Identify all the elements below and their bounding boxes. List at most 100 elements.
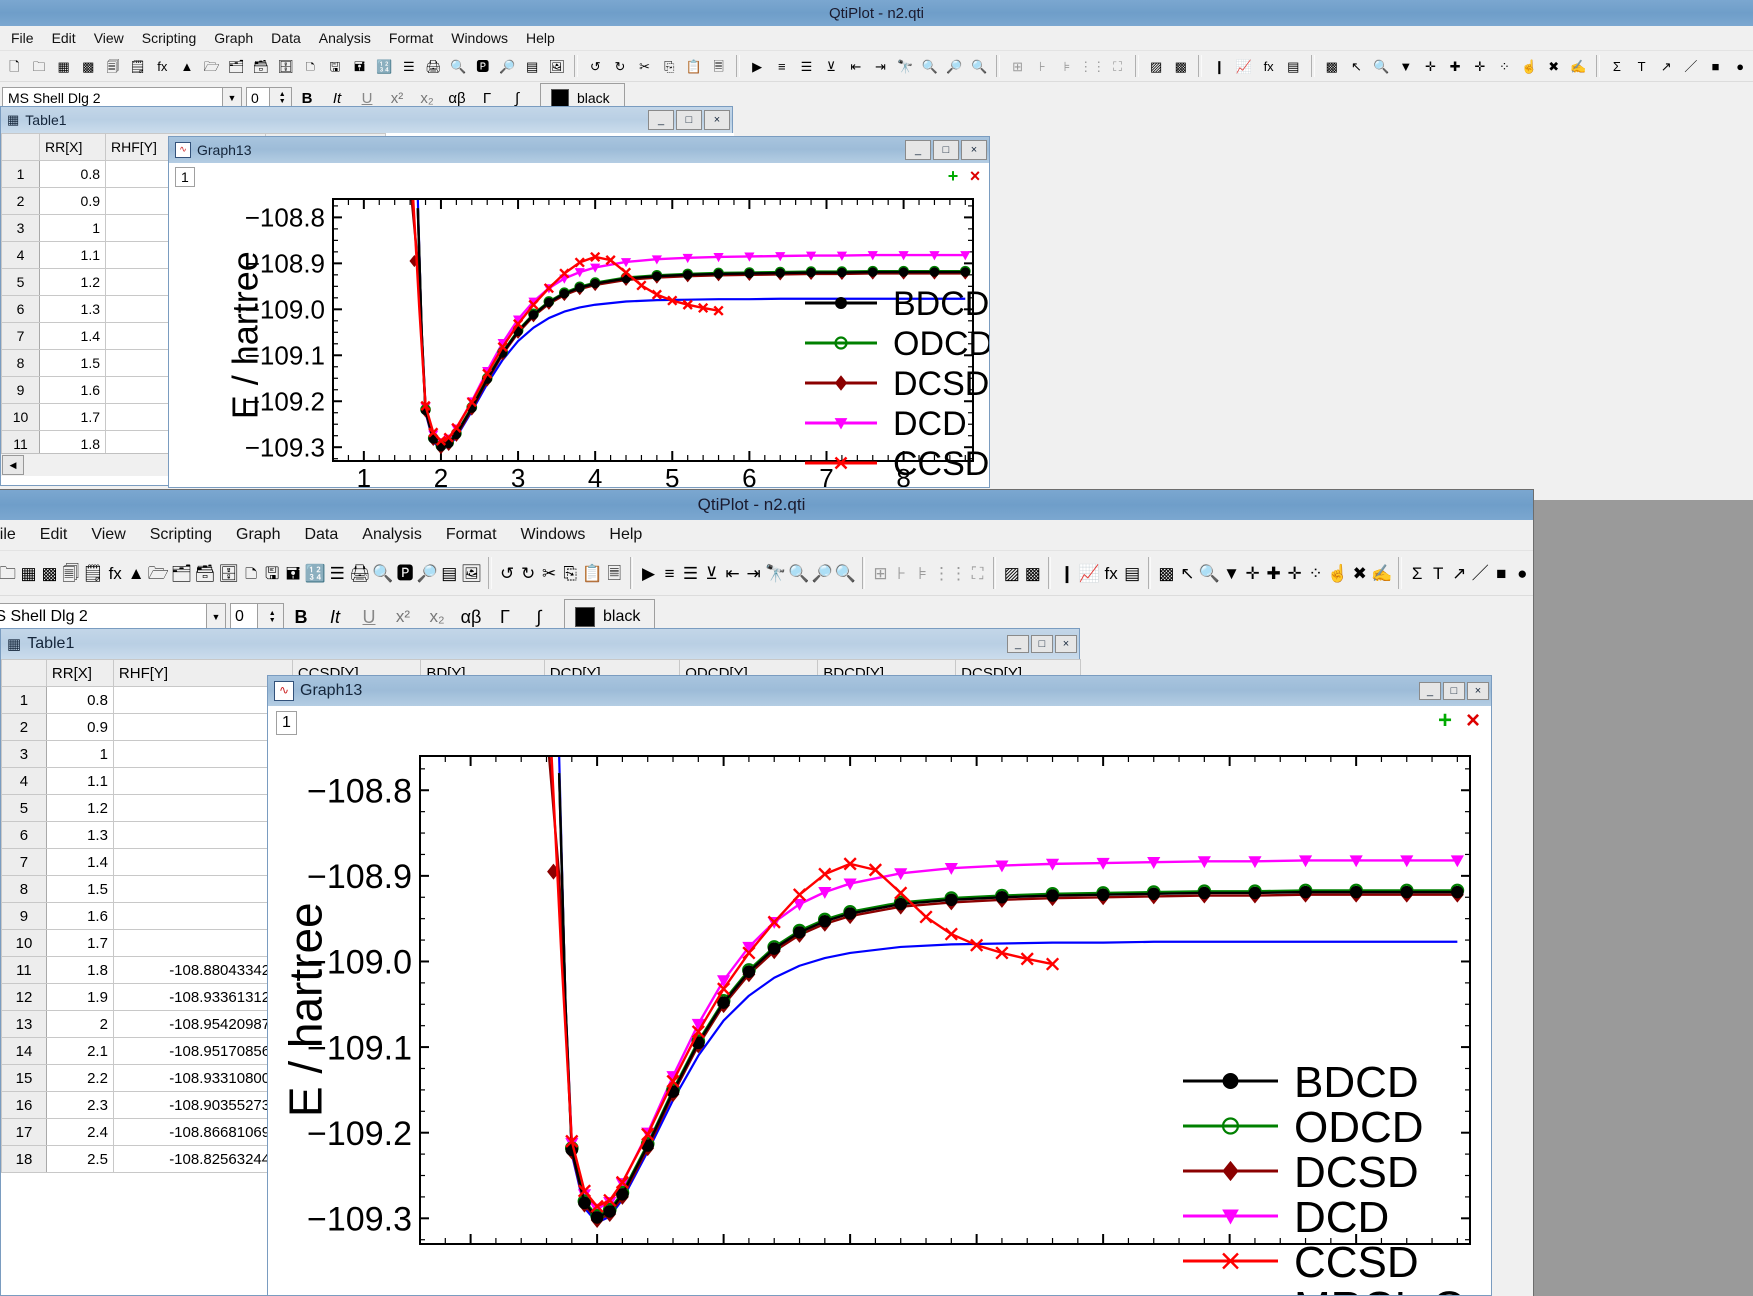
- row-number-cell[interactable]: 6: [1, 821, 47, 849]
- cell-rhf[interactable]: [112, 821, 293, 849]
- table-maximize-button-front[interactable]: □: [1031, 635, 1053, 653]
- row-number-cell[interactable]: 8: [1, 349, 40, 377]
- toolbar-button-11[interactable]: 🗄: [274, 54, 297, 78]
- column-header-RR[X][interactable]: RR[X]: [39, 133, 106, 161]
- cell-rr[interactable]: 1: [45, 740, 114, 768]
- toolbar-button-0[interactable]: 🗋: [3, 54, 26, 78]
- remove-layer-button[interactable]: ×: [965, 166, 985, 186]
- toolbar-button-37[interactable]: 🔭: [894, 54, 917, 78]
- row-number-cell[interactable]: 11: [1, 956, 47, 984]
- graph-minimize-button[interactable]: _: [905, 140, 931, 160]
- add-layer-button[interactable]: +: [943, 166, 963, 186]
- menu-file-front[interactable]: File: [0, 523, 28, 547]
- graph-maximize-button[interactable]: □: [933, 140, 959, 160]
- cell-rr[interactable]: 0.8: [45, 686, 114, 714]
- cell-rr[interactable]: 0.8: [39, 160, 106, 188]
- row-number-cell[interactable]: 9: [1, 376, 40, 404]
- cell-rhf[interactable]: [112, 902, 293, 930]
- toolbar-button-18[interactable]: 🔍: [372, 557, 393, 589]
- underline-button-front[interactable]: U: [352, 605, 386, 629]
- toolbar-button-4[interactable]: 🗐: [61, 557, 80, 589]
- graph-window-back[interactable]: ∿ Graph13 _ □ × 1 + × −108.8 −108.9 −109.0…: [168, 136, 990, 488]
- toolbar-button-43[interactable]: ⊦: [892, 557, 911, 589]
- toolbar-button-72[interactable]: ■: [1492, 557, 1511, 589]
- subscript-button-front[interactable]: x₂: [420, 605, 454, 629]
- toolbar-button-39[interactable]: 🔎: [811, 557, 832, 589]
- menu-help[interactable]: Help: [517, 28, 564, 48]
- cell-rr[interactable]: 2.4: [45, 1118, 114, 1146]
- toolbar-button-66[interactable]: ✍: [1567, 54, 1590, 78]
- toolbar-button-14[interactable]: 🖬: [348, 54, 371, 78]
- row-number-cell[interactable]: 7: [1, 848, 47, 876]
- toolbar-button-7[interactable]: ▲: [176, 54, 199, 78]
- cell-rhf[interactable]: [112, 686, 293, 714]
- toolbar-button-56[interactable]: ▩: [1157, 557, 1176, 589]
- cell-rr[interactable]: 1.8: [45, 956, 114, 984]
- row-number-cell[interactable]: 10: [1, 929, 47, 957]
- menu-view[interactable]: View: [85, 28, 133, 48]
- cell-rhf[interactable]: [112, 740, 293, 768]
- cell-rr[interactable]: 1.7: [39, 403, 106, 431]
- cell-rr[interactable]: 2.1: [45, 1037, 114, 1065]
- table-corner-header[interactable]: [1, 659, 47, 687]
- menu-edit-front[interactable]: Edit: [28, 523, 80, 547]
- table-close-button-front[interactable]: ×: [1055, 635, 1077, 653]
- toolbar-button-60[interactable]: ✛: [1243, 557, 1262, 589]
- toolbar-button-13[interactable]: 🖫: [263, 557, 282, 589]
- toolbar-button-12[interactable]: 🗅: [242, 557, 261, 589]
- toolbar-button-53[interactable]: fx: [1257, 54, 1280, 78]
- toolbar-button-51[interactable]: ❙: [1208, 54, 1231, 78]
- column-header-RHF[Y][interactable]: RHF[Y]: [112, 659, 293, 687]
- row-number-cell[interactable]: 1: [1, 160, 40, 188]
- toolbar-button-15[interactable]: 🔢: [305, 557, 326, 589]
- toolbar-button-19[interactable]: 🅿: [396, 557, 415, 589]
- menu-windows[interactable]: Windows: [442, 28, 517, 48]
- table-corner-header[interactable]: [1, 133, 40, 161]
- toolbar-button-46[interactable]: ⛶: [1106, 54, 1129, 78]
- menu-file[interactable]: File: [2, 28, 43, 48]
- toolbar-button-62[interactable]: ✛: [1285, 557, 1304, 589]
- toolbar-button-5[interactable]: 🗒: [126, 54, 149, 78]
- toolbar-button-68[interactable]: Σ: [1408, 557, 1427, 589]
- integral-button-front[interactable]: ∫: [522, 605, 556, 629]
- toolbar-button-19[interactable]: 🅿: [471, 54, 494, 78]
- toolbar-button-9[interactable]: 🗂: [225, 54, 248, 78]
- toolbar-button-9[interactable]: 🗂: [171, 557, 193, 589]
- toolbar-button-66[interactable]: ✍: [1371, 557, 1392, 589]
- table-minimize-button-front[interactable]: _: [1007, 635, 1029, 653]
- toolbar-button-29[interactable]: 🗏: [707, 54, 730, 78]
- toolbar-button-25[interactable]: ↻: [519, 557, 538, 589]
- table-close-button[interactable]: ×: [704, 110, 730, 130]
- toolbar-button-26[interactable]: ✂: [633, 54, 656, 78]
- row-number-cell[interactable]: 12: [1, 983, 47, 1011]
- toolbar-button-43[interactable]: ⊦: [1031, 54, 1054, 78]
- row-number-cell[interactable]: 1: [1, 686, 47, 714]
- menu-graph-front[interactable]: Graph: [224, 523, 292, 547]
- cell-rr[interactable]: 1.1: [39, 241, 106, 269]
- toolbar-button-28[interactable]: 📋: [582, 557, 603, 589]
- cell-rr[interactable]: 1.6: [39, 376, 106, 404]
- toolbar-button-10[interactable]: 🗃: [194, 557, 216, 589]
- cell-rhf[interactable]: [112, 767, 293, 795]
- toolbar-button-59[interactable]: ▼: [1394, 54, 1417, 78]
- toolbar-button-51[interactable]: ❙: [1057, 557, 1076, 589]
- graph-close-button[interactable]: ×: [961, 140, 987, 160]
- bold-button-front[interactable]: B: [284, 605, 318, 629]
- toolbar-button-20[interactable]: 🔎: [417, 557, 438, 589]
- italic-button-front[interactable]: It: [318, 605, 352, 629]
- toolbar-button-64[interactable]: ☝: [1518, 54, 1541, 78]
- menu-scripting-front[interactable]: Scripting: [138, 523, 224, 547]
- toolbar-button-68[interactable]: Σ: [1606, 54, 1629, 78]
- add-layer-button-front[interactable]: +: [1435, 707, 1455, 734]
- toolbar-button-73[interactable]: ●: [1729, 54, 1752, 78]
- toolbar-button-40[interactable]: 🔍: [968, 54, 991, 78]
- toolbar-button-3[interactable]: ▩: [77, 54, 100, 78]
- toolbar-button-70[interactable]: ↗: [1450, 557, 1469, 589]
- toolbar-button-61[interactable]: ✚: [1264, 557, 1283, 589]
- toolbar-button-42[interactable]: ⊞: [1006, 54, 1029, 78]
- plot-canvas-front[interactable]: 1 + × −108.8 −108.9 −109.0 −109.1 −109.2 −109…: [268, 706, 1491, 1295]
- legend-entry-CCSD[interactable]: CCSD: [1183, 1238, 1419, 1287]
- row-number-cell[interactable]: 10: [1, 403, 40, 431]
- row-number-cell[interactable]: 2: [1, 713, 47, 741]
- toolbar-button-70[interactable]: ↗: [1655, 54, 1678, 78]
